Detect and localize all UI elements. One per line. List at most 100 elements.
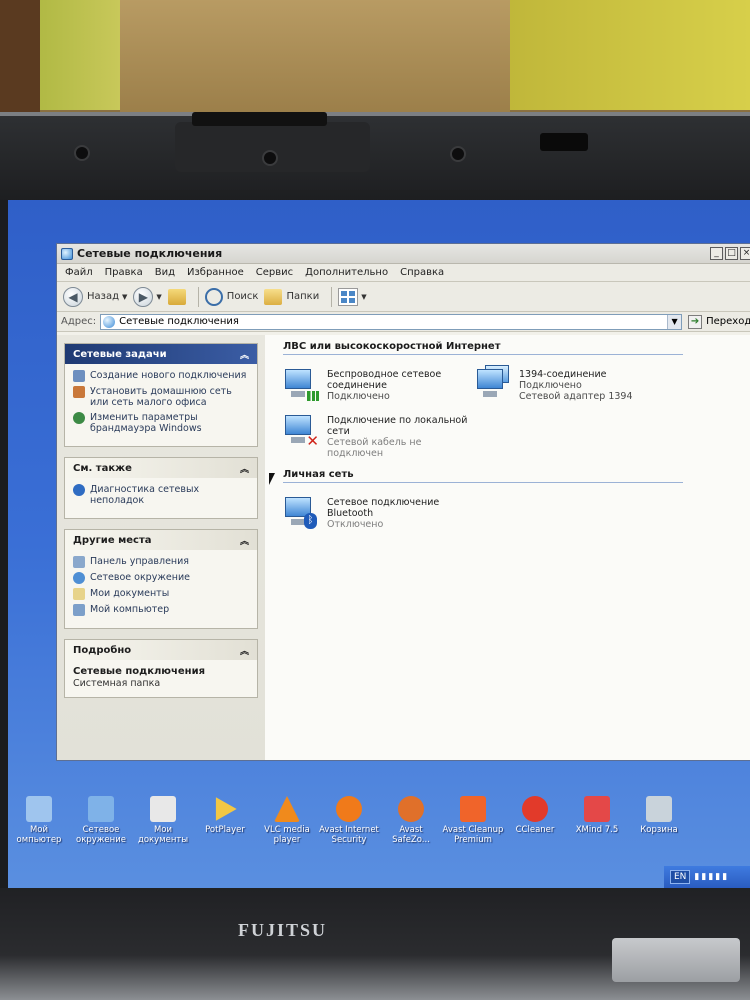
bezel-screw-right: [450, 146, 466, 162]
search-label: Поиск: [226, 291, 259, 302]
connection-bluetooth[interactable]: ᛒ Сетевое подключение Bluetooth Отключен…: [283, 493, 475, 531]
desktop-icon-label: Avast Cleanup Premium: [442, 825, 504, 845]
panel-title: См. также: [73, 462, 132, 474]
desktop-icon-documents[interactable]: Мои документы: [132, 796, 194, 845]
task-home-network[interactable]: Установить домашнюю сеть или сеть малого…: [73, 386, 249, 408]
desktop-icon-recycle-bin[interactable]: Корзина: [628, 796, 690, 845]
menu-file[interactable]: Файл: [65, 267, 93, 278]
window-body: Сетевые задачи ︽ Создание нового подключ…: [57, 335, 750, 760]
search-button[interactable]: Поиск: [204, 287, 259, 306]
place-control-panel[interactable]: Панель управления: [73, 556, 249, 568]
laptop-left-bezel: [0, 200, 8, 890]
language-indicator[interactable]: EN: [670, 870, 691, 884]
toolbar-separator: [197, 286, 199, 307]
connection-wireless[interactable]: Беспроводное сетевое соединение Подключе…: [283, 365, 475, 403]
webcam-lens-icon: [262, 150, 278, 166]
desktop-icon-avast-cleanup[interactable]: Avast Cleanup Premium: [442, 796, 504, 845]
floor: [120, 0, 510, 120]
desktop-icon-my-computer[interactable]: Мой омпьютер: [8, 796, 70, 845]
folders-label: Папки: [286, 291, 320, 302]
collapse-icon[interactable]: ︽: [240, 348, 249, 361]
wireless-connection-icon: [283, 365, 319, 403]
folders-button[interactable]: Папки: [264, 288, 320, 305]
desktop-icon-potplayer[interactable]: PotPlayer: [194, 796, 256, 845]
desktop-icon-label: Мой омпьютер: [16, 825, 62, 845]
room-background: [0, 0, 750, 130]
other-places-header[interactable]: Другие места ︽: [65, 530, 257, 550]
network-tasks-header[interactable]: Сетевые задачи ︽: [65, 344, 257, 364]
views-button[interactable]: ▼: [338, 287, 367, 306]
menu-favorites[interactable]: Избранное: [187, 267, 244, 278]
desktop-icon-label: Мои документы: [137, 825, 189, 845]
desktop-icon-label: PotPlayer: [205, 825, 245, 835]
bezel-screw-left: [74, 145, 90, 161]
place-documents[interactable]: Мои документы: [73, 588, 249, 600]
task-pane: Сетевые задачи ︽ Создание нового подключ…: [57, 335, 265, 760]
tray-icons[interactable]: ▮▮▮▮▮: [694, 872, 729, 882]
task-label: Диагностика сетевых неполадок: [90, 484, 200, 506]
see-also-panel: См. также ︽ Диагностика сетевых неполадо…: [64, 457, 258, 519]
back-arrow-icon: ◀: [63, 286, 83, 307]
collapse-icon[interactable]: ︽: [240, 462, 249, 475]
task-firewall[interactable]: Изменить параметры брандмауэра Windows: [73, 412, 249, 434]
details-header[interactable]: Подробно ︽: [65, 640, 257, 660]
collapse-icon[interactable]: ︽: [240, 534, 249, 547]
connection-name: Беспроводное сетевое: [327, 369, 442, 380]
desktop-icon-vlc[interactable]: VLC media player: [256, 796, 318, 845]
back-button[interactable]: ◀ Назад ▼: [63, 286, 127, 307]
toolbar-separator: [331, 286, 333, 307]
avast-safezone-icon: [398, 796, 424, 822]
panel-title: Подробно: [73, 644, 132, 656]
forward-button[interactable]: ▶ ▼: [133, 286, 162, 307]
computer-icon: [73, 604, 85, 616]
task-diagnostics[interactable]: Диагностика сетевых неполадок: [73, 484, 249, 506]
close-button[interactable]: ×: [740, 247, 750, 260]
home-network-icon: [73, 386, 85, 398]
chevron-down-icon[interactable]: ▼: [156, 293, 161, 301]
connection-name-line2: Bluetooth: [327, 508, 374, 519]
go-label: Переход: [706, 316, 750, 327]
address-input[interactable]: Сетевые подключения ▼: [100, 313, 683, 330]
chevron-down-icon[interactable]: ▼: [361, 293, 366, 301]
menu-edit[interactable]: Правка: [105, 267, 143, 278]
minimize-button[interactable]: _: [710, 247, 723, 260]
desktop-icon-avast-safezone[interactable]: Avast SafeZo...: [380, 796, 442, 845]
folders-icon: [264, 288, 283, 305]
address-dropdown-icon[interactable]: ▼: [667, 314, 682, 329]
connections-view: ЛВС или высокоскоростной Интернет Беспро…: [265, 335, 750, 760]
collapse-icon[interactable]: ︽: [240, 644, 249, 657]
panel-title: Другие места: [73, 534, 152, 546]
up-folder-button[interactable]: [167, 288, 186, 305]
see-also-header[interactable]: См. также ︽: [65, 458, 257, 478]
chevron-down-icon[interactable]: ▼: [122, 293, 127, 301]
go-button[interactable]: ➔ Переход: [688, 314, 750, 329]
bluetooth-connection-icon: ᛒ: [283, 493, 319, 531]
folder-up-icon: [167, 288, 186, 305]
laptop-top-bezel: [0, 112, 750, 207]
place-network-places[interactable]: Сетевое окружение: [73, 572, 249, 584]
menu-tools[interactable]: Сервис: [256, 267, 293, 278]
connection-device: Сетевой адаптер 1394: [519, 391, 633, 402]
address-bar: Адрес: Сетевые подключения ▼ ➔ Переход: [57, 312, 750, 332]
menu-advanced[interactable]: Дополнительно: [305, 267, 388, 278]
connection-1394[interactable]: 1394-соединение Подключено Сетевой адапт…: [475, 365, 675, 403]
system-tray: EN ▮▮▮▮▮: [664, 866, 750, 888]
mouse-cursor-icon: [269, 473, 275, 485]
lan-section-title: ЛВС или высокоскоростной Интернет: [283, 341, 683, 355]
desktop-icon-ccleaner[interactable]: CCleaner: [504, 796, 566, 845]
task-label: Установить домашнюю сеть или сеть малого…: [90, 386, 232, 408]
connection-name: 1394-соединение: [519, 369, 607, 380]
task-new-connection[interactable]: Создание нового подключения: [73, 370, 249, 382]
desktop-icon-avast-security[interactable]: Avast Internet Security: [318, 796, 380, 845]
desktop-icon-network[interactable]: Сетевое окружение: [70, 796, 132, 845]
maximize-button[interactable]: □: [725, 247, 738, 260]
desktop-icon-label: Avast Internet Security: [319, 825, 379, 845]
lid-latch: [540, 133, 588, 151]
connection-name: Сетевое подключение: [327, 497, 440, 508]
title-bar[interactable]: Сетевые подключения _ □ ×: [57, 244, 750, 264]
place-computer[interactable]: Мой компьютер: [73, 604, 249, 616]
desktop-icon-xmind[interactable]: XMind 7.5: [566, 796, 628, 845]
menu-view[interactable]: Вид: [155, 267, 175, 278]
menu-help[interactable]: Справка: [400, 267, 444, 278]
connection-lan[interactable]: ✕ Подключение по локальной сети Сетевой …: [283, 411, 475, 459]
